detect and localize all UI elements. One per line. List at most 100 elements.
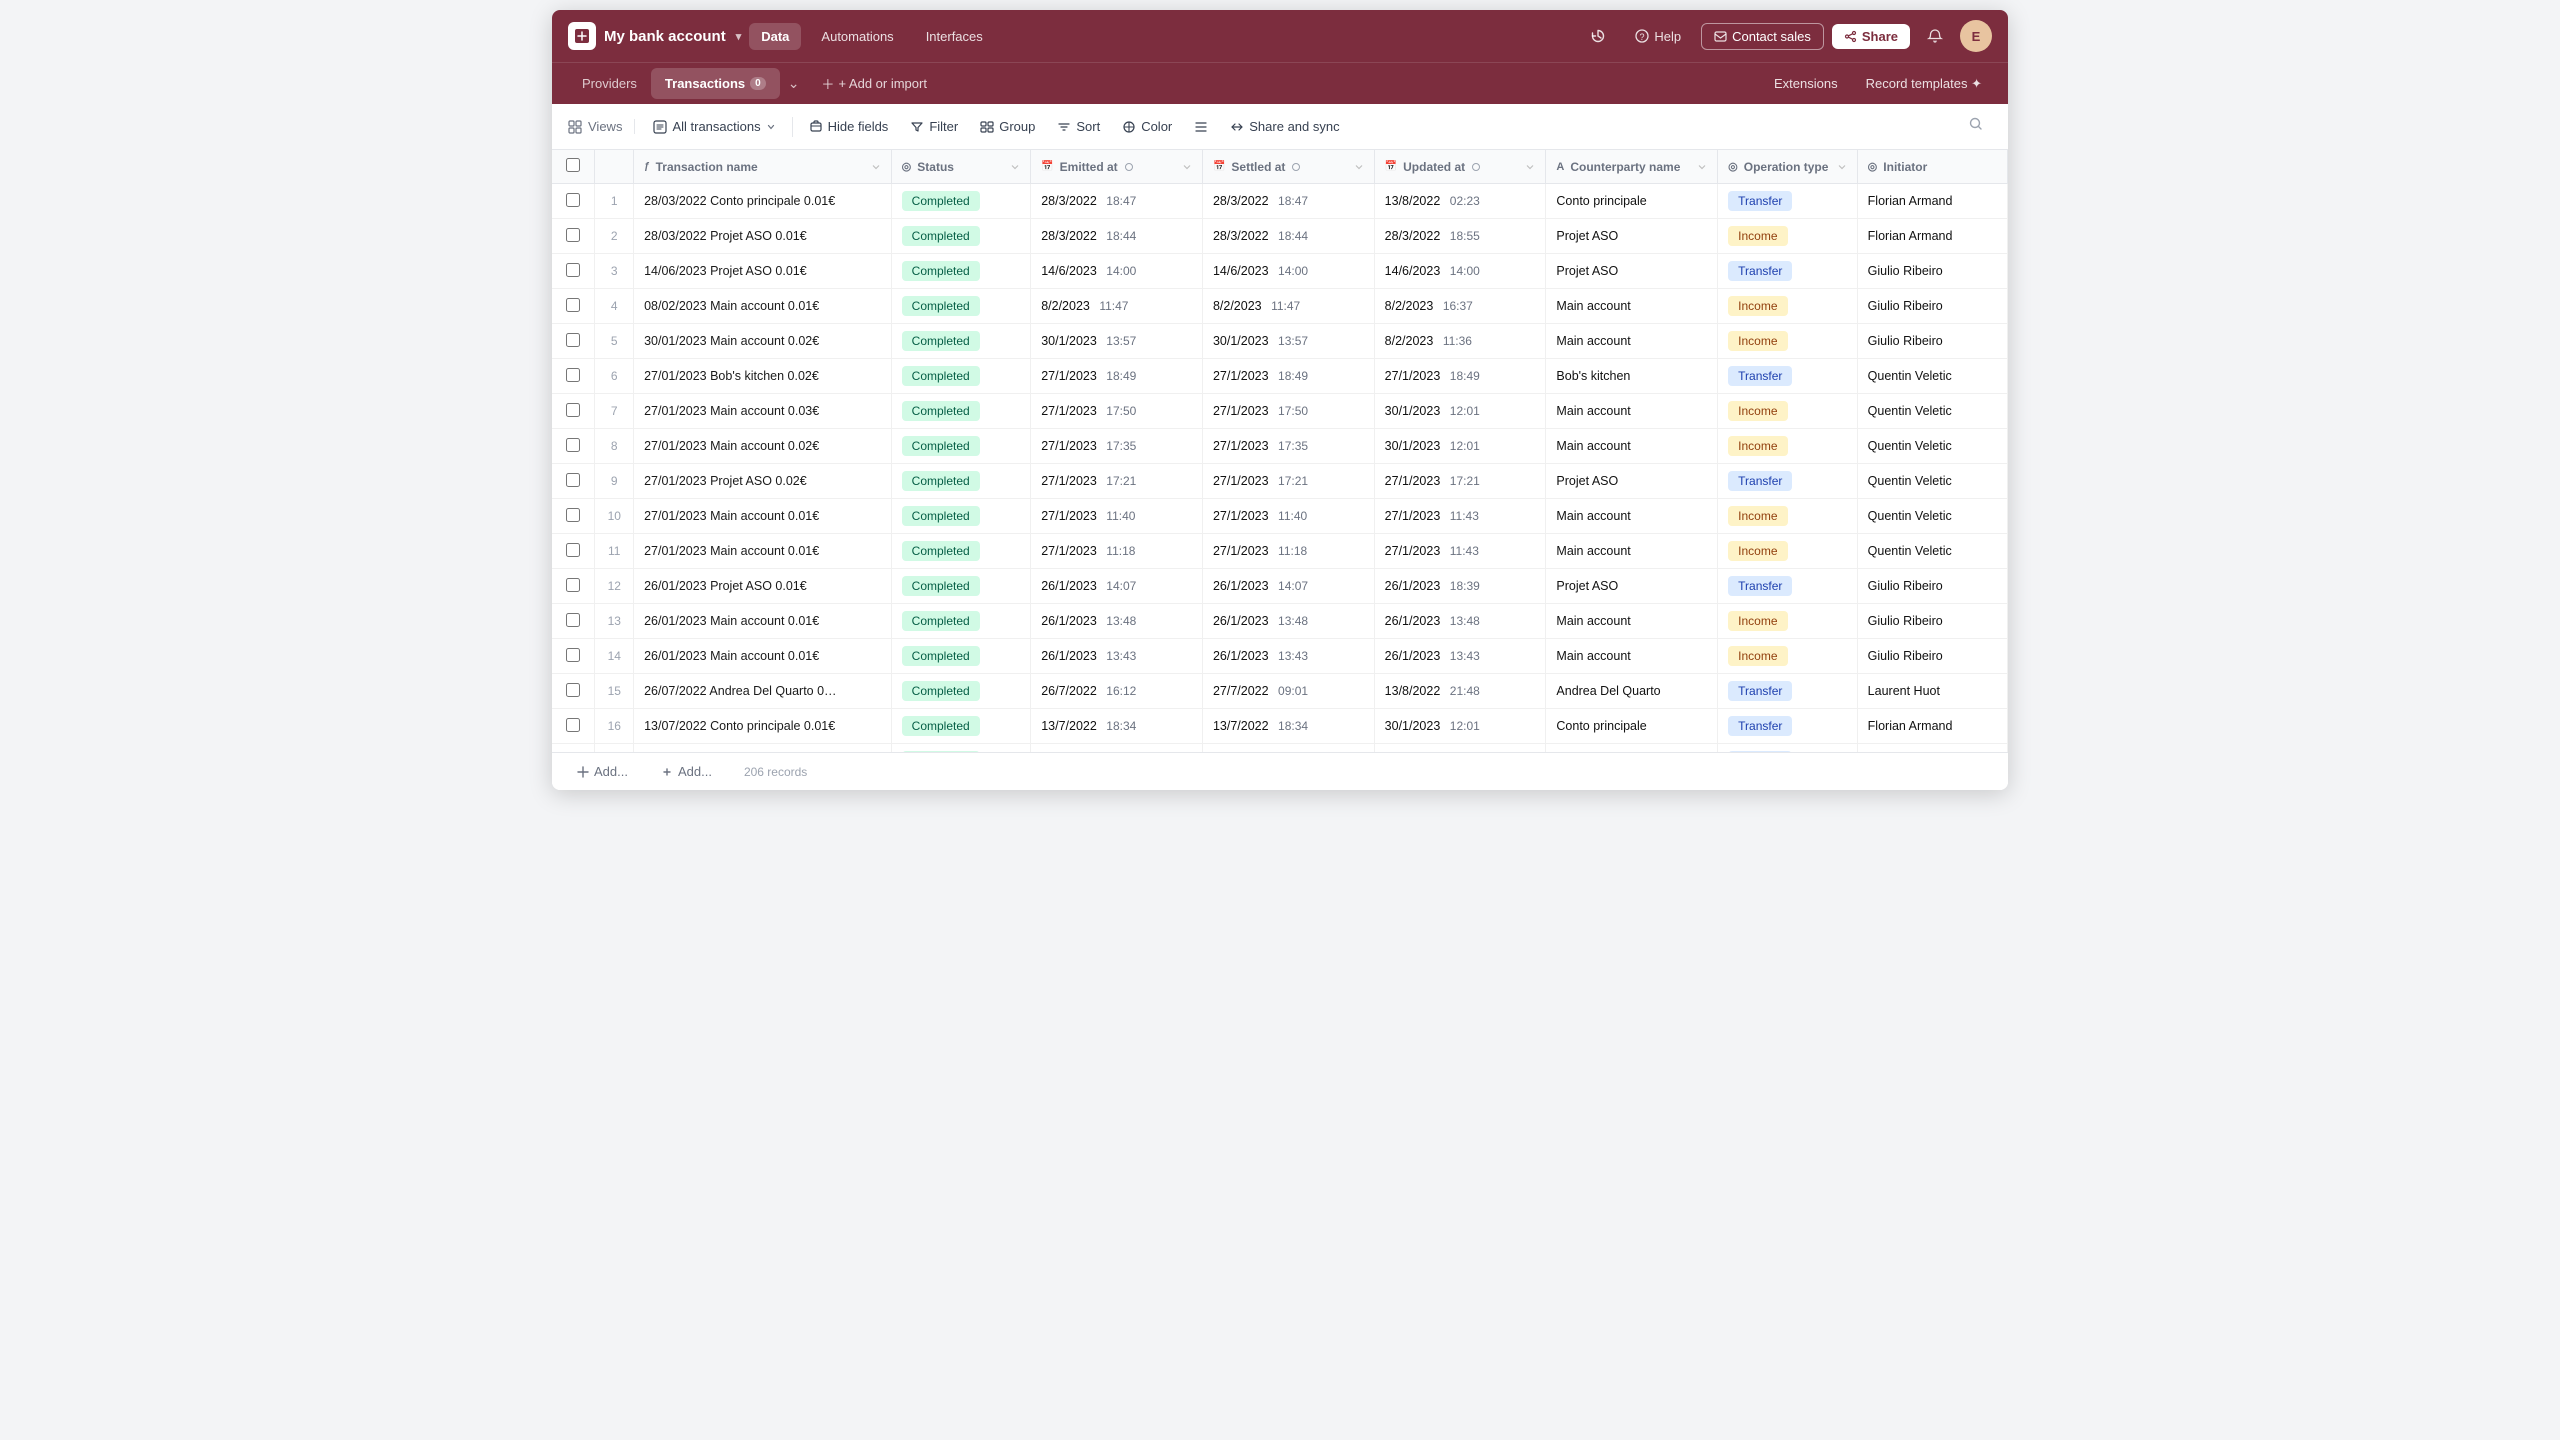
operation-type-cell[interactable]: Income bbox=[1718, 289, 1858, 324]
status-cell[interactable]: Completed bbox=[891, 639, 1031, 674]
select-all-checkbox[interactable] bbox=[566, 158, 580, 172]
status-cell[interactable]: Completed bbox=[891, 324, 1031, 359]
row-checkbox[interactable] bbox=[566, 648, 580, 662]
row-checkbox[interactable] bbox=[566, 508, 580, 522]
operation-type-cell[interactable]: Transfer bbox=[1718, 184, 1858, 219]
row-checkbox-cell[interactable] bbox=[552, 254, 595, 289]
sub-nav-more[interactable]: ⌄ bbox=[780, 69, 808, 98]
operation-type-cell[interactable]: Transfer bbox=[1718, 744, 1858, 753]
row-checkbox-cell[interactable] bbox=[552, 429, 595, 464]
row-checkbox-cell[interactable] bbox=[552, 219, 595, 254]
row-checkbox[interactable] bbox=[566, 333, 580, 347]
row-checkbox[interactable] bbox=[566, 543, 580, 557]
row-checkbox[interactable] bbox=[566, 438, 580, 452]
help-nav-btn[interactable]: ? Help bbox=[1623, 23, 1693, 50]
th-checkbox[interactable] bbox=[552, 150, 595, 184]
transaction-name-cell[interactable]: 08/02/2023 Main account 0.01€ bbox=[634, 289, 892, 324]
sort-btn[interactable]: Sort bbox=[1047, 114, 1110, 139]
table-row[interactable]: 228/03/2022 Projet ASO 0.01€Completed28/… bbox=[552, 219, 2008, 254]
row-checkbox-cell[interactable] bbox=[552, 534, 595, 569]
transaction-name-cell[interactable]: 30/01/2023 Main account 0.02€ bbox=[634, 324, 892, 359]
transaction-name-cell[interactable]: 13/07/2022 Conto principale 0.01€ bbox=[634, 709, 892, 744]
notifications-btn[interactable] bbox=[1918, 19, 1952, 53]
status-cell[interactable]: Completed bbox=[891, 709, 1031, 744]
color-btn[interactable]: Color bbox=[1112, 114, 1182, 139]
table-row[interactable]: 1613/07/2022 Conto principale 0.01€Compl… bbox=[552, 709, 2008, 744]
table-row[interactable]: 727/01/2023 Main account 0.03€Completed2… bbox=[552, 394, 2008, 429]
row-checkbox-cell[interactable] bbox=[552, 184, 595, 219]
row-checkbox[interactable] bbox=[566, 368, 580, 382]
operation-type-cell[interactable]: Income bbox=[1718, 534, 1858, 569]
operation-type-cell[interactable]: Transfer bbox=[1718, 464, 1858, 499]
row-checkbox-cell[interactable] bbox=[552, 289, 595, 324]
row-checkbox-cell[interactable] bbox=[552, 394, 595, 429]
transaction-name-cell[interactable]: 27/01/2023 Projet ASO 0.02€ bbox=[634, 464, 892, 499]
row-checkbox[interactable] bbox=[566, 578, 580, 592]
table-row[interactable]: 128/03/2022 Conto principale 0.01€Comple… bbox=[552, 184, 2008, 219]
table-row[interactable]: 314/06/2023 Projet ASO 0.01€Completed14/… bbox=[552, 254, 2008, 289]
table-row[interactable]: 627/01/2023 Bob's kitchen 0.02€Completed… bbox=[552, 359, 2008, 394]
logo-area[interactable]: My bank account ▾ bbox=[568, 22, 741, 50]
status-cell[interactable]: Completed bbox=[891, 464, 1031, 499]
operation-type-cell[interactable]: Transfer bbox=[1718, 709, 1858, 744]
status-cell[interactable]: Completed bbox=[891, 359, 1031, 394]
transaction-name-cell[interactable]: 27/01/2023 Main account 0.01€ bbox=[634, 534, 892, 569]
row-checkbox-cell[interactable] bbox=[552, 464, 595, 499]
record-templates-btn[interactable]: Record templates ✦ bbox=[1856, 70, 1992, 98]
th-counterparty[interactable]: A Counterparty name bbox=[1546, 150, 1718, 184]
operation-type-cell[interactable]: Income bbox=[1718, 639, 1858, 674]
th-status[interactable]: ◎ Status bbox=[891, 150, 1031, 184]
row-checkbox-cell[interactable] bbox=[552, 744, 595, 753]
views-btn[interactable]: Views bbox=[568, 119, 635, 134]
operation-type-cell[interactable]: Income bbox=[1718, 429, 1858, 464]
th-settled-at[interactable]: 📅 Settled at bbox=[1202, 150, 1374, 184]
table-row[interactable]: 530/01/2023 Main account 0.02€Completed3… bbox=[552, 324, 2008, 359]
search-btn[interactable] bbox=[1960, 111, 1992, 142]
transactions-tab[interactable]: Transactions 0 bbox=[651, 68, 780, 99]
status-cell[interactable]: Completed bbox=[891, 184, 1031, 219]
operation-type-cell[interactable]: Transfer bbox=[1718, 254, 1858, 289]
density-btn[interactable] bbox=[1184, 115, 1218, 139]
share-btn[interactable]: Share bbox=[1832, 24, 1910, 49]
transaction-name-cell[interactable]: ? QA - New account si… bbox=[634, 744, 892, 753]
row-checkbox[interactable] bbox=[566, 403, 580, 417]
table-row[interactable]: 1027/01/2023 Main account 0.01€Completed… bbox=[552, 499, 2008, 534]
transaction-name-cell[interactable]: 27/01/2023 Main account 0.01€ bbox=[634, 499, 892, 534]
table-row[interactable]: 1426/01/2023 Main account 0.01€Completed… bbox=[552, 639, 2008, 674]
table-row[interactable]: 1326/01/2023 Main account 0.01€Completed… bbox=[552, 604, 2008, 639]
status-cell[interactable]: Completed bbox=[891, 674, 1031, 709]
operation-type-cell[interactable]: Transfer bbox=[1718, 359, 1858, 394]
row-checkbox-cell[interactable] bbox=[552, 604, 595, 639]
table-row[interactable]: 927/01/2023 Projet ASO 0.02€Completed27/… bbox=[552, 464, 2008, 499]
status-cell[interactable]: Completed bbox=[891, 534, 1031, 569]
th-initiator[interactable]: ◎ Initiator bbox=[1857, 150, 2007, 184]
status-cell[interactable]: Completed bbox=[891, 394, 1031, 429]
extensions-btn[interactable]: Extensions bbox=[1764, 70, 1848, 97]
status-cell[interactable]: Completed bbox=[891, 604, 1031, 639]
hide-fields-btn[interactable]: Hide fields bbox=[799, 114, 899, 139]
transaction-name-cell[interactable]: 28/03/2022 Conto principale 0.01€ bbox=[634, 184, 892, 219]
transaction-name-cell[interactable]: 27/01/2023 Bob's kitchen 0.02€ bbox=[634, 359, 892, 394]
share-sync-btn[interactable]: Share and sync bbox=[1220, 114, 1349, 139]
table-row[interactable]: 1526/07/2022 Andrea Del Quarto 0…Complet… bbox=[552, 674, 2008, 709]
table-row[interactable]: 1127/01/2023 Main account 0.01€Completed… bbox=[552, 534, 2008, 569]
contact-sales-btn[interactable]: Contact sales bbox=[1701, 23, 1824, 50]
row-checkbox[interactable] bbox=[566, 613, 580, 627]
status-cell[interactable]: Completed bbox=[891, 429, 1031, 464]
status-cell[interactable]: Completed bbox=[891, 219, 1031, 254]
operation-type-cell[interactable]: Income bbox=[1718, 219, 1858, 254]
row-checkbox[interactable] bbox=[566, 263, 580, 277]
operation-type-cell[interactable]: Transfer bbox=[1718, 569, 1858, 604]
table-container[interactable]: ƒ Transaction name ◎ Status bbox=[552, 150, 2008, 752]
user-avatar[interactable]: E bbox=[1960, 20, 1992, 52]
group-btn[interactable]: Group bbox=[970, 114, 1045, 139]
operation-type-cell[interactable]: Income bbox=[1718, 604, 1858, 639]
status-cell[interactable]: Completed bbox=[891, 289, 1031, 324]
status-cell[interactable]: Completed bbox=[891, 499, 1031, 534]
transaction-name-cell[interactable]: 27/01/2023 Main account 0.02€ bbox=[634, 429, 892, 464]
transaction-name-cell[interactable]: 27/01/2023 Main account 0.03€ bbox=[634, 394, 892, 429]
row-checkbox[interactable] bbox=[566, 228, 580, 242]
transaction-name-cell[interactable]: 26/01/2023 Projet ASO 0.01€ bbox=[634, 569, 892, 604]
row-checkbox-cell[interactable] bbox=[552, 709, 595, 744]
all-transactions-btn[interactable]: All transactions bbox=[643, 114, 785, 139]
